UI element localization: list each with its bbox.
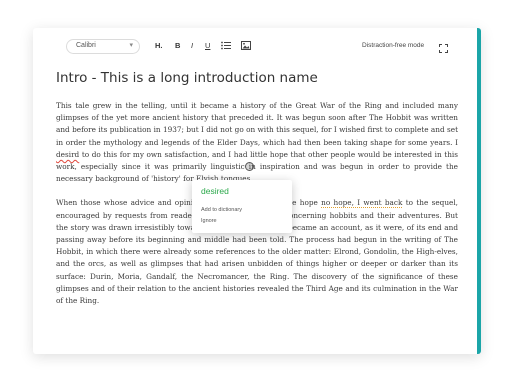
flagged-phrase[interactable]: no hope, I went back xyxy=(321,198,402,207)
heading-button[interactable]: H. xyxy=(155,41,163,51)
misspelled-word[interactable]: desird xyxy=(56,150,79,159)
toolbar: Calibri ▾ H. B I U Distraction-free mode xyxy=(33,28,477,62)
expand-icon[interactable] xyxy=(439,40,448,58)
add-to-dictionary-option[interactable]: Add to dictionary xyxy=(201,207,242,213)
paragraph: This tale grew in the telling, until it … xyxy=(56,100,458,185)
italic-button[interactable]: I xyxy=(191,41,193,51)
chevron-down-icon: ▾ xyxy=(129,42,133,49)
font-select-label: Calibri xyxy=(76,42,96,49)
spelling-suggestion[interactable]: desired xyxy=(201,186,229,196)
ignore-option[interactable]: Ignore xyxy=(201,218,217,224)
document-title[interactable]: Intro - This is a long introduction name xyxy=(56,70,318,86)
font-select[interactable]: Calibri ▾ xyxy=(66,39,140,54)
bold-button[interactable]: B xyxy=(175,41,180,51)
list-icon[interactable] xyxy=(221,41,231,50)
editor-card: Calibri ▾ H. B I U Distraction-free mode xyxy=(33,28,481,354)
accent-bar xyxy=(477,28,481,354)
underline-button[interactable]: U xyxy=(205,41,210,51)
image-icon[interactable] xyxy=(241,41,251,50)
spellcheck-popup: desired Add to dictionary Ignore xyxy=(192,180,292,233)
distraction-free-toggle[interactable]: Distraction-free mode xyxy=(362,42,424,49)
paragraph-text: This tale grew in the telling, until it … xyxy=(56,101,458,147)
paragraph-text: to do this for my own satisfaction, and … xyxy=(56,149,458,184)
mouse-cursor xyxy=(245,162,254,171)
